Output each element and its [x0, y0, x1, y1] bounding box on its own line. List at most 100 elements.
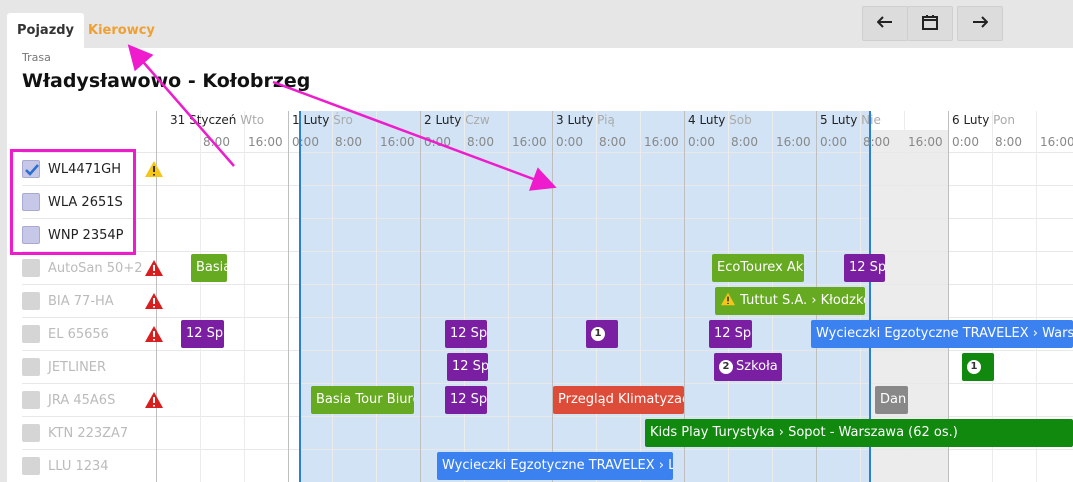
hour-label: 0:00 [292, 135, 319, 149]
vehicle-name: LLU 1234 [48, 458, 109, 474]
arrow-right-icon [972, 16, 989, 31]
event-bar[interactable]: Wycieczki Egzotyczne TRAVELEX › Warszaw [811, 320, 1073, 348]
hour-label: 16:00 [644, 135, 679, 149]
vehicle-checkbox[interactable] [22, 160, 40, 178]
hour-label: 8:00 [203, 135, 230, 149]
vehicle-name: AutoSan 50+2 [48, 260, 143, 276]
row-divider [22, 284, 1073, 285]
vehicle-row[interactable]: JRA 45A6S [22, 390, 115, 410]
grid-column-line [464, 111, 465, 482]
tab-vehicles[interactable]: Pojazdy [7, 13, 85, 48]
hour-label: 8:00 [863, 135, 890, 149]
event-bar[interactable]: 12 Sp [181, 320, 224, 348]
event-bar[interactable]: 1 [586, 320, 618, 348]
event-bar[interactable]: Basia Tour Biuro [311, 386, 414, 414]
vehicle-row[interactable]: JETLINER [22, 357, 106, 377]
vehicle-row[interactable]: WL4471GH [22, 159, 121, 179]
grid-column-line [552, 111, 553, 482]
warning-red-icon [144, 391, 164, 409]
hour-label: 16:00 [380, 135, 415, 149]
vehicle-row[interactable]: WNP 2354P [22, 225, 123, 245]
event-bar[interactable]: Kids Play Turystyka › Sopot - Warszawa (… [645, 419, 1073, 447]
day-header: 3 Luty Pią [556, 113, 615, 127]
vehicle-row[interactable]: WLA 2651S [22, 192, 123, 212]
grid-column-line [288, 111, 289, 482]
vehicle-row[interactable]: BIA 77-HA [22, 291, 114, 311]
hour-label: 0:00 [820, 135, 847, 149]
route-title: Władysławowo - Kołobrzeg [22, 70, 311, 92]
hour-label: 0:00 [952, 135, 979, 149]
day-header: 2 Luty Czw [424, 113, 490, 127]
vehicle-name: BIA 77-HA [48, 293, 114, 309]
hour-label: 16:00 [248, 135, 283, 149]
vehicle-name: WL4471GH [48, 161, 122, 177]
row-divider [22, 449, 1073, 450]
row-divider [22, 152, 1073, 153]
event-bar[interactable]: 12 Sp [445, 320, 487, 348]
event-bar[interactable]: 12 Sp [709, 320, 752, 348]
vehicle-row[interactable]: LLU 1234 [22, 456, 109, 476]
row-divider [22, 383, 1073, 384]
tab-drivers[interactable]: Kierowcy [78, 13, 165, 48]
day-header: 31 Styczeń Wto [170, 113, 265, 127]
event-bar[interactable]: EcoTourex Akt [712, 254, 804, 282]
event-bar[interactable]: Wycieczki Egzotyczne TRAVELEX › Lasy [437, 452, 673, 480]
prev-button[interactable] [862, 6, 908, 41]
vehicle-checkbox[interactable] [22, 226, 40, 244]
warning-yellow-icon [721, 292, 735, 306]
vehicle-row[interactable]: EL 65656 [22, 324, 109, 344]
vehicle-checkbox[interactable] [22, 424, 40, 442]
row-divider [22, 218, 1073, 219]
hour-label: 8:00 [335, 135, 362, 149]
vehicle-checkbox[interactable] [22, 292, 40, 310]
vehicle-row[interactable]: KTN 223ZA7 [22, 423, 128, 443]
row-divider [22, 251, 1073, 252]
next-button[interactable] [957, 6, 1003, 41]
event-bar[interactable]: 12 Sp [844, 254, 885, 282]
vehicle-checkbox[interactable] [22, 259, 40, 277]
hour-label: 16:00 [512, 135, 547, 149]
vehicle-name: KTN 223ZA7 [48, 425, 129, 441]
hour-label: 8:00 [599, 135, 626, 149]
warning-red-icon [144, 259, 164, 277]
hour-label: 16:00 [908, 135, 943, 149]
event-bar[interactable]: Basia [191, 254, 227, 282]
grid-column-line [332, 111, 333, 482]
calendar-button[interactable] [907, 6, 953, 41]
hour-label: 16:00 [1040, 135, 1073, 149]
grid-column-line [376, 111, 377, 482]
row-divider [22, 416, 1073, 417]
hour-label: 16:00 [776, 135, 811, 149]
day-header: 1 Luty Śro [292, 113, 353, 127]
hour-label: 8:00 [731, 135, 758, 149]
hour-label: 0:00 [556, 135, 583, 149]
event-bar[interactable]: 12 Sp [447, 353, 488, 381]
vehicle-checkbox[interactable] [22, 457, 40, 475]
calendar-icon [922, 14, 938, 33]
grid-column-line [508, 111, 509, 482]
grid-column-line [640, 111, 641, 482]
warning-yellow-icon [144, 160, 164, 178]
event-bar[interactable]: 2 Szkoła [714, 353, 782, 381]
selection-start-line[interactable] [299, 111, 301, 482]
arrow-left-icon [876, 16, 893, 31]
warning-red-icon [144, 292, 164, 310]
warning-red-icon [144, 325, 164, 343]
vehicle-checkbox[interactable] [22, 193, 40, 211]
vehicle-checkbox[interactable] [22, 358, 40, 376]
vehicle-checkbox[interactable] [22, 391, 40, 409]
event-bar[interactable]: Przegląd Klimatyzacj [553, 386, 684, 414]
event-bar[interactable]: Dan [875, 386, 908, 414]
vehicle-name: WLA 2651S [48, 194, 123, 210]
vehicle-name: JRA 45A6S [48, 392, 116, 408]
hour-label: 8:00 [467, 135, 494, 149]
event-bar[interactable]: 12 Sp [445, 386, 487, 414]
hour-label: 0:00 [688, 135, 715, 149]
event-bar[interactable]: 1 [962, 353, 994, 381]
vehicle-checkbox[interactable] [22, 325, 40, 343]
grid-column-line [420, 111, 421, 482]
grid-column-line [244, 111, 245, 482]
vehicle-row[interactable]: AutoSan 50+2 [22, 258, 142, 278]
event-count-badge: 2 [719, 360, 733, 374]
event-bar[interactable]: Tuttut S.A. › Kłodzko [715, 287, 865, 315]
